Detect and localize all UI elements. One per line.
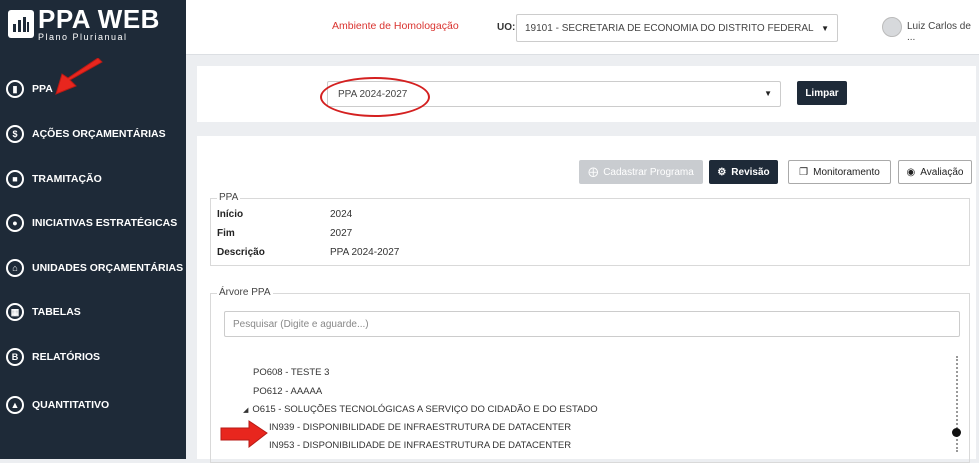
chart-icon: ▲ — [6, 396, 24, 414]
sidebar-item-acoes-orcamentarias[interactable]: $ AÇÕES ORÇAMENTÁRIAS — [6, 122, 166, 146]
tree-item-expanded[interactable]: ◢ O615 - SOLUÇÕES TECNOLÓGICAS A SERVIÇO … — [243, 404, 598, 415]
cadastrar-programa-label: Cadastrar Programa — [603, 166, 694, 178]
bank-icon: ⌂ — [6, 259, 24, 277]
sidebar-item-label: AÇÕES ORÇAMENTÁRIAS — [32, 128, 166, 140]
uo-label: UO: — [497, 22, 516, 33]
sidebar-item-tabelas[interactable]: ▦ TABELAS — [6, 300, 81, 324]
copy-icon: ❐ — [799, 166, 809, 178]
ppa-tree-legend: Árvore PPA — [217, 287, 273, 298]
sidebar-item-label: INICIATIVAS ESTRATÉGICAS — [32, 217, 178, 229]
clear-button[interactable]: Limpar — [797, 81, 847, 105]
user-name[interactable]: Luiz Carlos de ... — [907, 21, 979, 43]
document-icon: B — [6, 348, 24, 366]
sidebar-item-label: TRAMITAÇÃO — [32, 173, 102, 185]
user-avatar-icon[interactable] — [882, 17, 902, 37]
gears-icon: ⚙ — [717, 166, 727, 178]
tree-item-label: O615 - SOLUÇÕES TECNOLÓGICAS A SERVIÇO D… — [252, 404, 598, 415]
sidebar-item-ppa[interactable]: ▮ PPA — [6, 77, 53, 101]
dollar-icon: $ — [6, 125, 24, 143]
ppa-select[interactable]: PPA 2024-2027 ▼ — [327, 81, 781, 107]
revisao-button[interactable]: ⚙ Revisão — [709, 160, 778, 184]
fim-value: 2027 — [330, 228, 353, 239]
fim-label: Fim — [217, 228, 235, 239]
sidebar-item-quantitativo[interactable]: ▲ QUANTITATIVO — [6, 393, 109, 417]
monitoramento-label: Monitoramento — [813, 166, 880, 178]
sidebar-item-unidades-orcamentarias[interactable]: ⌂ UNIDADES ORÇAMENTÁRIAS — [6, 256, 183, 280]
uo-select-value: 19101 - SECRETARIA DE ECONOMIA DO DISTRI… — [525, 22, 814, 34]
revisao-label: Revisão — [731, 166, 770, 178]
logo-subtitle: Plano Plurianual — [38, 32, 128, 42]
sidebar-item-label: PPA — [32, 83, 53, 95]
tree-search-input[interactable]: Pesquisar (Digite e aguarde...) — [224, 311, 960, 337]
monitoramento-button[interactable]: ❐ Monitoramento — [788, 160, 891, 184]
descricao-label: Descrição — [217, 247, 265, 258]
ppa-info-fieldset: PPA Início 2024 Fim 2027 Descrição PPA 2… — [210, 192, 970, 266]
tree-item[interactable]: PO608 - TESTE 3 — [253, 367, 329, 378]
tree-item[interactable]: IN939 - DISPONIBILIDADE DE INFRAESTRUTUR… — [269, 422, 571, 433]
binoculars-icon: ◉ — [906, 166, 916, 178]
tree-item[interactable]: IN953 - DISPONIBILIDADE DE INFRAESTRUTUR… — [269, 440, 571, 451]
sidebar-item-label: UNIDADES ORÇAMENTÁRIAS — [32, 262, 184, 274]
sidebar-item-label: QUANTITATIVO — [32, 399, 110, 411]
lock-icon: ■ — [6, 170, 24, 188]
ppa-details-panel: ⨁ Cadastrar Programa ⚙ Revisão ❐ Monitor… — [197, 136, 976, 463]
top-bar: Ambiente de Homologação UO: 19101 - SECR… — [186, 0, 979, 55]
inicio-value: 2024 — [330, 209, 353, 220]
book-icon: ▮ — [6, 80, 24, 98]
scroll-handle[interactable] — [952, 428, 961, 437]
accessibility-icon: ● — [6, 214, 24, 232]
logo-icon — [8, 10, 34, 38]
sidebar-item-tramitacao[interactable]: ■ TRAMITAÇÃO — [6, 167, 102, 191]
ppa-tree-fieldset: Árvore PPA Pesquisar (Digite e aguarde..… — [210, 287, 970, 463]
plus-circle-icon: ⨁ — [588, 166, 599, 178]
cadastrar-programa-button[interactable]: ⨁ Cadastrar Programa — [579, 160, 703, 184]
uo-select[interactable]: 19101 - SECRETARIA DE ECONOMIA DO DISTRI… — [516, 14, 838, 42]
caret-expanded-icon: ◢ — [243, 407, 249, 414]
environment-label: Ambiente de Homologação — [332, 20, 459, 32]
sidebar-item-relatorios[interactable]: B RELATÓRIOS — [6, 345, 100, 369]
tree-scrollbar[interactable] — [956, 356, 960, 452]
ppa-info-legend: PPA — [217, 192, 241, 203]
table-icon: ▦ — [6, 303, 24, 321]
ppa-select-value: PPA 2024-2027 — [338, 88, 408, 100]
inicio-label: Início — [217, 209, 244, 220]
sidebar-item-iniciativas-estrategicas[interactable]: ● INICIATIVAS ESTRATÉGICAS — [6, 211, 177, 235]
tree-item[interactable]: PO612 - AAAAA — [253, 386, 322, 397]
avaliacao-label: Avaliação — [920, 166, 964, 178]
sidebar: PPA WEB Plano Plurianual ▮ PPA $ AÇÕES O… — [0, 0, 186, 459]
ppa-filter-panel: PPA 2024-2027 ▼ Limpar — [197, 66, 976, 122]
logo-title: PPA WEB — [38, 4, 160, 34]
sidebar-item-label: TABELAS — [32, 306, 81, 318]
annotation-arrow-icon — [220, 420, 268, 449]
caret-down-icon: ▼ — [764, 89, 772, 98]
caret-down-icon: ▼ — [821, 24, 829, 33]
descricao-value: PPA 2024-2027 — [330, 247, 400, 258]
app-logo[interactable]: PPA WEB Plano Plurianual — [8, 4, 178, 44]
annotation-arrow-icon — [55, 58, 103, 95]
avaliacao-button[interactable]: ◉ Avaliação — [898, 160, 972, 184]
sidebar-item-label: RELATÓRIOS — [32, 351, 101, 363]
